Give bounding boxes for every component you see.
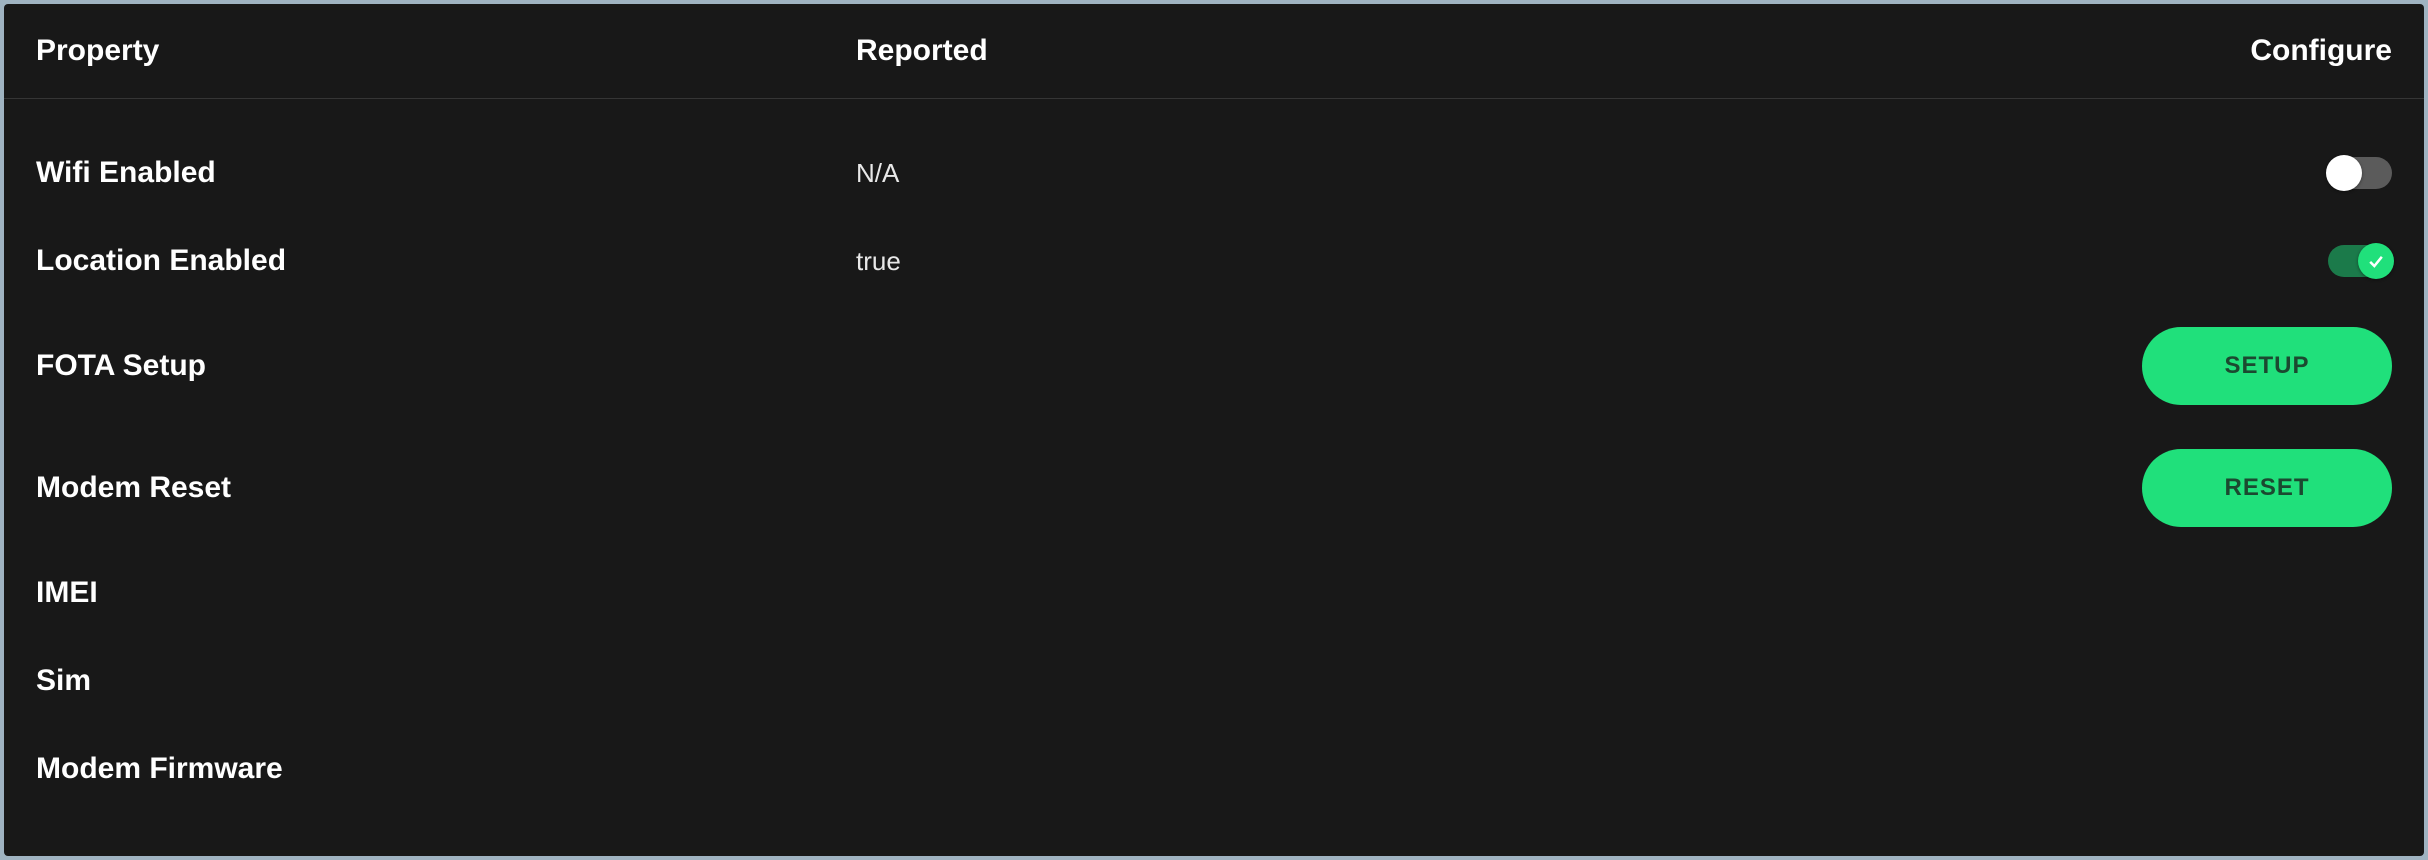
property-label: FOTA Setup bbox=[36, 349, 856, 383]
reported-value: true bbox=[856, 246, 2092, 277]
row-sim: Sim bbox=[4, 637, 2424, 725]
row-modem-reset: Modem Reset RESET bbox=[4, 427, 2424, 549]
header-configure: Configure bbox=[2092, 34, 2392, 68]
row-imei: IMEI bbox=[4, 549, 2424, 637]
property-label: Sim bbox=[36, 664, 856, 698]
header-property: Property bbox=[36, 34, 856, 68]
header-reported: Reported bbox=[856, 34, 2092, 68]
reported-value: N/A bbox=[856, 158, 2092, 189]
table-body: Wifi Enabled N/A Location Enabled true bbox=[4, 99, 2424, 813]
row-fota-setup: FOTA Setup SETUP bbox=[4, 305, 2424, 427]
settings-panel: Property Reported Configure Wifi Enabled… bbox=[4, 4, 2424, 856]
row-location-enabled: Location Enabled true bbox=[4, 217, 2424, 305]
modem-reset-button[interactable]: RESET bbox=[2142, 449, 2392, 527]
property-label: IMEI bbox=[36, 576, 856, 610]
property-label: Modem Reset bbox=[36, 471, 856, 505]
table-header-row: Property Reported Configure bbox=[4, 4, 2424, 99]
location-toggle[interactable] bbox=[2328, 245, 2392, 277]
wifi-toggle[interactable] bbox=[2328, 157, 2392, 189]
row-modem-firmware: Modem Firmware bbox=[4, 725, 2424, 813]
toggle-knob-check-icon bbox=[2358, 243, 2394, 279]
property-label: Modem Firmware bbox=[36, 752, 856, 786]
toggle-knob-icon bbox=[2326, 155, 2362, 191]
check-icon bbox=[2366, 251, 2386, 271]
row-wifi-enabled: Wifi Enabled N/A bbox=[4, 129, 2424, 217]
property-label: Wifi Enabled bbox=[36, 156, 856, 190]
fota-setup-button[interactable]: SETUP bbox=[2142, 327, 2392, 405]
property-label: Location Enabled bbox=[36, 244, 856, 278]
